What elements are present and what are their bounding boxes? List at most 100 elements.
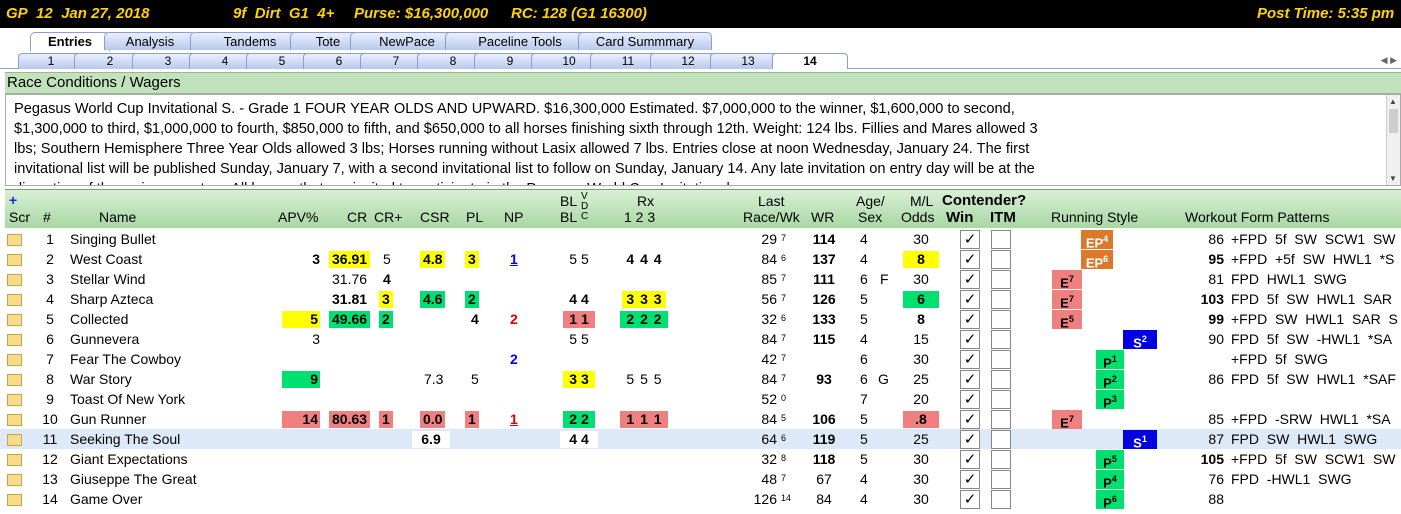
itm-checkbox[interactable] bbox=[991, 430, 1011, 449]
table-row[interactable]: 13 Giuseppe The Great 48 7 67 4 30 ✓ P4 7… bbox=[0, 469, 1401, 490]
conditions-scrollbar[interactable]: ▲ ▼ bbox=[1386, 95, 1400, 185]
win-checkbox[interactable]: ✓ bbox=[960, 450, 980, 469]
horse-name[interactable]: Gun Runner bbox=[70, 411, 146, 428]
itm-checkbox[interactable] bbox=[991, 490, 1011, 509]
scratch-checkbox[interactable] bbox=[7, 254, 22, 266]
win-checkbox[interactable]: ✓ bbox=[960, 310, 980, 329]
itm-checkbox[interactable] bbox=[991, 350, 1011, 369]
win-checkbox[interactable]: ✓ bbox=[960, 370, 980, 389]
table-row[interactable]: 4 Sharp Azteca 31.81 3 4.6 2 4 4 3 3 3 5… bbox=[0, 289, 1401, 310]
race-tab-14[interactable]: 14 bbox=[772, 53, 848, 69]
win-checkbox[interactable]: ✓ bbox=[960, 390, 980, 409]
col-last[interactable]: Race/Wk bbox=[743, 210, 800, 225]
scroll-down-icon[interactable]: ▼ bbox=[1389, 174, 1397, 183]
col-agesex[interactable]: Sex bbox=[858, 210, 882, 225]
win-checkbox[interactable]: ✓ bbox=[960, 230, 980, 249]
col-cr[interactable]: CR bbox=[347, 210, 367, 225]
scratch-checkbox[interactable] bbox=[7, 314, 22, 326]
itm-checkbox[interactable] bbox=[991, 470, 1011, 489]
col-pl[interactable]: PL bbox=[466, 210, 483, 225]
scratch-checkbox[interactable] bbox=[7, 274, 22, 286]
horse-name[interactable]: Fear The Cowboy bbox=[70, 351, 181, 368]
col-rx[interactable]: 1 2 3 bbox=[624, 210, 655, 225]
table-row[interactable]: 5 Collected 5 49.66 2 4 2 1 1 2 2 2 32 6 … bbox=[0, 309, 1401, 330]
np[interactable]: 1 bbox=[510, 411, 518, 428]
col-bl[interactable]: BL bbox=[560, 210, 577, 225]
tab-paceline-tools[interactable]: Paceline Tools bbox=[445, 32, 595, 50]
expand-plus-icon[interactable]: + bbox=[9, 192, 17, 208]
itm-checkbox[interactable] bbox=[991, 270, 1011, 289]
table-row[interactable]: 7 Fear The Cowboy 2 42 7 6 30 ✓ P1 +FPD 5… bbox=[0, 349, 1401, 370]
col-np[interactable]: NP bbox=[504, 210, 523, 225]
horse-name[interactable]: Collected bbox=[70, 311, 128, 328]
col-wr[interactable]: WR bbox=[811, 210, 834, 225]
horse-name[interactable]: Giuseppe The Great bbox=[70, 471, 197, 488]
horse-name[interactable]: Singing Bullet bbox=[70, 231, 156, 248]
scratch-checkbox[interactable] bbox=[7, 434, 22, 446]
win-checkbox[interactable]: ✓ bbox=[960, 430, 980, 449]
itm-checkbox[interactable] bbox=[991, 290, 1011, 309]
horse-name[interactable]: War Story bbox=[70, 371, 132, 388]
col-apv[interactable]: APV% bbox=[278, 210, 318, 225]
scratch-checkbox[interactable] bbox=[7, 394, 22, 406]
col-itm[interactable]: ITM bbox=[990, 210, 1016, 225]
table-row[interactable]: 8 War Story 9 7.3 5 3 3 5 5 5 84 7 93 6 G… bbox=[0, 369, 1401, 390]
col-name[interactable]: Name bbox=[99, 210, 136, 225]
table-row[interactable]: 14 Game Over 126 14 84 4 30 ✓ P6 88 bbox=[0, 489, 1401, 510]
col-crplus[interactable]: CR+ bbox=[374, 210, 402, 225]
itm-checkbox[interactable] bbox=[991, 450, 1011, 469]
itm-checkbox[interactable] bbox=[991, 250, 1011, 269]
itm-checkbox[interactable] bbox=[991, 330, 1011, 349]
col-csr[interactable]: CSR bbox=[420, 210, 450, 225]
table-row[interactable]: 12 Giant Expectations 32 8 118 5 30 ✓ P5 … bbox=[0, 449, 1401, 470]
col-workout[interactable]: Workout Form Patterns bbox=[1185, 210, 1329, 225]
horse-name[interactable]: Stellar Wind bbox=[70, 271, 145, 288]
tab-analysis[interactable]: Analysis bbox=[104, 32, 196, 50]
itm-checkbox[interactable] bbox=[991, 390, 1011, 409]
scratch-checkbox[interactable] bbox=[7, 374, 22, 386]
horse-name[interactable]: West Coast bbox=[70, 251, 142, 268]
col-win[interactable]: Win bbox=[946, 210, 973, 225]
scratch-checkbox[interactable] bbox=[7, 354, 22, 366]
tab-entries[interactable]: Entries bbox=[30, 32, 110, 51]
itm-checkbox[interactable] bbox=[991, 310, 1011, 329]
win-checkbox[interactable]: ✓ bbox=[960, 490, 980, 509]
win-checkbox[interactable]: ✓ bbox=[960, 330, 980, 349]
itm-checkbox[interactable] bbox=[991, 370, 1011, 389]
np[interactable]: 1 bbox=[510, 251, 518, 268]
win-checkbox[interactable]: ✓ bbox=[960, 250, 980, 269]
scratch-checkbox[interactable] bbox=[7, 294, 22, 306]
win-checkbox[interactable]: ✓ bbox=[960, 410, 980, 429]
table-row[interactable]: 2 West Coast 3 36.91 5 4.8 3 1 5 5 4 4 4… bbox=[0, 249, 1401, 270]
col-num[interactable]: # bbox=[43, 210, 51, 225]
scratch-checkbox[interactable] bbox=[7, 494, 22, 506]
tab-card-summary[interactable]: Card Summmary bbox=[578, 32, 712, 50]
scratch-checkbox[interactable] bbox=[7, 454, 22, 466]
horse-name[interactable]: Game Over bbox=[70, 491, 142, 508]
horse-name[interactable]: Sharp Azteca bbox=[70, 291, 153, 308]
table-row[interactable]: 10 Gun Runner 14 80.63 1 0.0 1 1 2 2 1 1… bbox=[0, 409, 1401, 430]
win-checkbox[interactable]: ✓ bbox=[960, 470, 980, 489]
scroll-up-icon[interactable]: ▲ bbox=[1389, 97, 1397, 106]
scroll-thumb[interactable] bbox=[1389, 109, 1398, 133]
scratch-checkbox[interactable] bbox=[7, 234, 22, 246]
scratch-checkbox[interactable] bbox=[7, 474, 22, 486]
tab-scroll-arrows-icon[interactable]: ◀ ▶ bbox=[1381, 55, 1397, 66]
horse-name[interactable]: Seeking The Soul bbox=[70, 431, 180, 448]
horse-name[interactable]: Toast Of New York bbox=[70, 391, 185, 408]
win-checkbox[interactable]: ✓ bbox=[960, 350, 980, 369]
itm-checkbox[interactable] bbox=[991, 410, 1011, 429]
scratch-checkbox[interactable] bbox=[7, 334, 22, 346]
horse-name[interactable]: Giant Expectations bbox=[70, 451, 188, 468]
table-row[interactable]: 3 Stellar Wind 31.76 4 85 7 111 6 F 30 ✓ … bbox=[0, 269, 1401, 290]
win-checkbox[interactable]: ✓ bbox=[960, 270, 980, 289]
table-row[interactable]: 6 Gunnevera 3 5 5 84 7 115 4 15 ✓ S2 90 F… bbox=[0, 329, 1401, 350]
itm-checkbox[interactable] bbox=[991, 230, 1011, 249]
table-row-selected[interactable]: 11 Seeking The Soul 6.9 4 4 64 6 119 5 25… bbox=[0, 429, 1401, 450]
horse-name[interactable]: Gunnevera bbox=[70, 331, 139, 348]
table-row[interactable]: 9 Toast Of New York 52 0 7 20 ✓ P3 bbox=[0, 389, 1401, 410]
col-scr[interactable]: Scr bbox=[9, 210, 30, 225]
scratch-checkbox[interactable] bbox=[7, 414, 22, 426]
col-ml[interactable]: Odds bbox=[901, 210, 934, 225]
table-row[interactable]: 1 Singing Bullet 29 7 114 4 30 ✓ EP4 86 +… bbox=[0, 229, 1401, 250]
